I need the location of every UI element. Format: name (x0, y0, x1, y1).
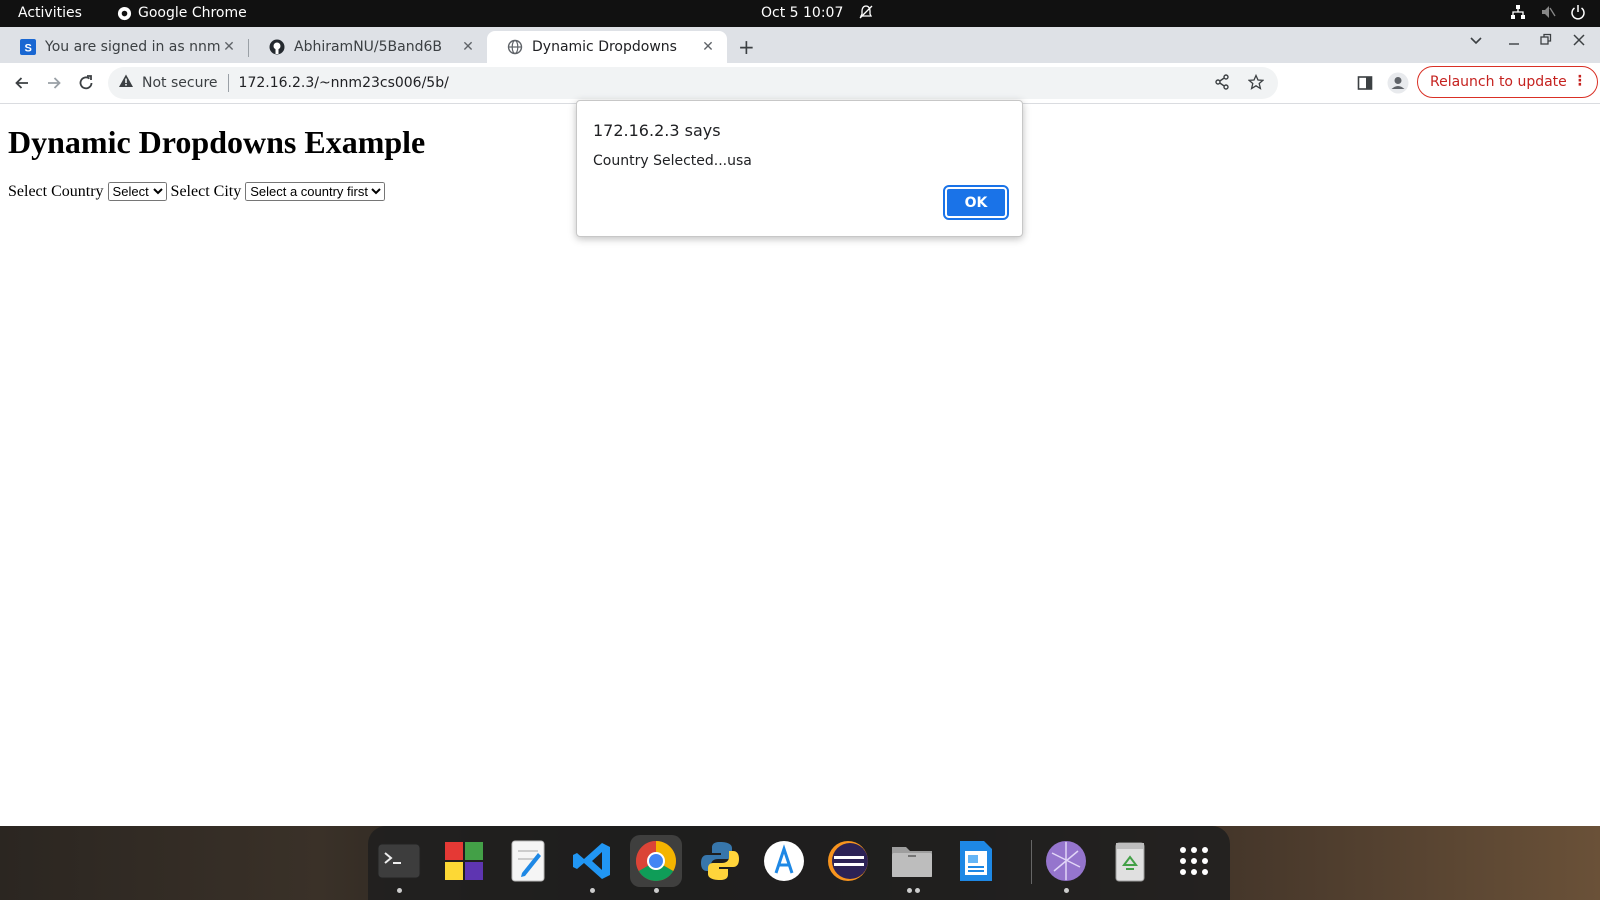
app-name: Google Chrome (138, 5, 247, 21)
running-indicator (397, 888, 402, 893)
terminal-icon[interactable] (373, 835, 425, 887)
tab-strip: S You are signed in as nnm2 ✕ AbhiramNU/… (0, 27, 1600, 63)
minimize-window-icon[interactable] (1508, 33, 1520, 51)
page-title: Dynamic Dropdowns Example (8, 124, 426, 160)
tab-title: Dynamic Dropdowns (532, 39, 677, 55)
globe-icon (507, 39, 523, 55)
relaunch-to-update-button[interactable]: Relaunch to update ⋮ (1417, 66, 1598, 98)
ok-button[interactable]: OK (943, 185, 1009, 220)
country-select[interactable]: Select (107, 182, 167, 201)
app-menu[interactable]: Google Chrome (117, 5, 247, 21)
country-label: Select Country (8, 182, 104, 200)
omnibox-divider (227, 74, 229, 92)
activities-button[interactable]: Activities (18, 5, 82, 21)
side-panel-icon[interactable] (1353, 71, 1377, 95)
running-indicator (915, 888, 920, 893)
clock[interactable]: Oct 5 10:07 (761, 5, 843, 21)
city-select[interactable]: Select a country first (245, 182, 386, 201)
warning-icon[interactable] (118, 73, 134, 93)
reload-icon[interactable] (74, 71, 98, 95)
more-menu-icon[interactable]: ⋮ (1573, 73, 1587, 89)
close-tab-icon[interactable]: ✕ (699, 38, 717, 56)
back-arrow-icon[interactable] (10, 71, 34, 95)
dock-separator (1031, 840, 1032, 884)
new-tab-button[interactable]: + (738, 35, 755, 59)
files-icon[interactable] (886, 835, 938, 887)
chrome-small-icon (117, 6, 132, 21)
tab-title: You are signed in as nnm2 (45, 39, 220, 55)
show-apps-icon[interactable] (1168, 835, 1220, 887)
tab-title: AbhiramNU/5Band6B (294, 39, 442, 55)
svg-text:S: S (25, 43, 32, 55)
browser-toolbar: Not secure 172.16.2.3/~nnm23cs006/5b/ Re… (0, 63, 1600, 104)
running-indicator (907, 888, 912, 893)
tab-signed-in[interactable]: S You are signed in as nnm2 ✕ (0, 31, 248, 63)
url-text[interactable]: 172.16.2.3/~nnm23cs006/5b/ (239, 75, 449, 91)
text-editor-icon[interactable] (502, 835, 554, 887)
tab-github[interactable]: AbhiramNU/5Band6B ✕ (249, 31, 487, 63)
network-app-icon[interactable] (1040, 835, 1092, 887)
system-top-bar: Activities Google Chrome Oct 5 10:07 (0, 0, 1600, 27)
app-store-icon[interactable] (758, 835, 810, 887)
running-indicator (654, 888, 659, 893)
network-icon (1510, 4, 1526, 20)
bookmark-star-icon[interactable] (1247, 73, 1265, 94)
dropdown-form: Select Country Select Select City Select… (8, 182, 386, 201)
tab-dynamic-dropdowns[interactable]: Dynamic Dropdowns ✕ (487, 31, 727, 63)
dock (368, 826, 1230, 900)
alert-dialog: 172.16.2.3 says Country Selected...usa O… (576, 100, 1023, 237)
eclipse-icon[interactable] (822, 835, 874, 887)
python-icon[interactable] (694, 835, 746, 887)
dialog-message: Country Selected...usa (593, 153, 752, 169)
document-viewer-icon[interactable] (950, 835, 1002, 887)
profile-avatar-icon[interactable] (1386, 71, 1410, 95)
vscode-icon[interactable] (566, 835, 618, 887)
running-indicator (1064, 888, 1069, 893)
close-tab-icon[interactable]: ✕ (220, 38, 238, 56)
dialog-origin: 172.16.2.3 says (593, 121, 721, 140)
restore-window-icon[interactable] (1540, 33, 1552, 51)
chrome-icon[interactable] (630, 835, 682, 887)
trash-icon[interactable] (1104, 835, 1156, 887)
security-status[interactable]: Not secure (142, 75, 218, 91)
s-icon: S (20, 39, 36, 55)
app-grid-colored-icon[interactable] (438, 835, 490, 887)
running-indicator (590, 888, 595, 893)
power-icon (1570, 4, 1586, 20)
system-tray[interactable] (1510, 4, 1586, 20)
city-label: Select City (170, 182, 242, 200)
tab-search-icon[interactable] (1469, 33, 1483, 51)
github-icon (269, 39, 285, 55)
notifications-muted-icon[interactable] (858, 4, 874, 20)
forward-arrow-icon[interactable] (42, 71, 66, 95)
close-window-icon[interactable] (1573, 33, 1585, 51)
relaunch-label: Relaunch to update (1430, 74, 1567, 90)
address-bar[interactable]: Not secure 172.16.2.3/~nnm23cs006/5b/ (108, 67, 1278, 99)
close-tab-icon[interactable]: ✕ (459, 38, 477, 56)
share-icon[interactable] (1214, 74, 1230, 94)
volume-muted-icon (1540, 4, 1556, 20)
